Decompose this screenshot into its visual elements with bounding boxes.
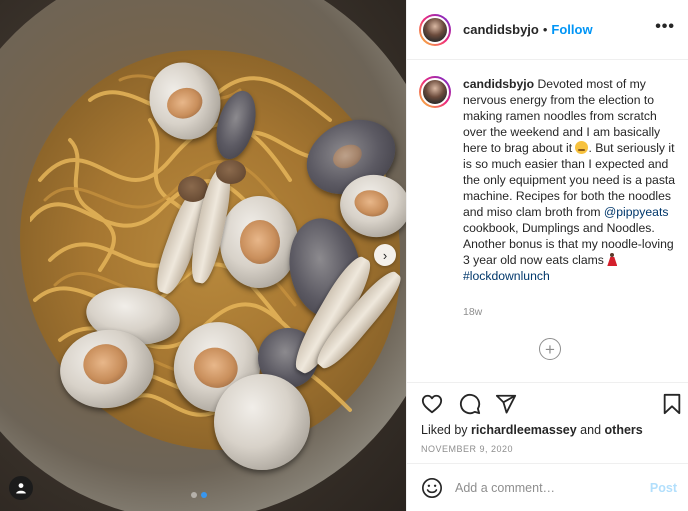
- post-header: candidsbyjo • Follow •••: [407, 0, 688, 60]
- actions-divider: [407, 382, 688, 383]
- paper-plane-icon[interactable]: [495, 393, 517, 415]
- carousel-dot-active: [201, 492, 207, 498]
- post-photo[interactable]: ›: [0, 0, 406, 511]
- user-tag-button[interactable]: [9, 476, 33, 500]
- caption-part3: cookbook, Dumplings and Noodles. Another…: [463, 221, 674, 267]
- action-bar: [419, 393, 683, 417]
- post-side-panel: candidsbyjo • Follow ••• candidsbyjo Dev…: [406, 0, 688, 511]
- clam-shell: [214, 374, 310, 470]
- likes-and: and: [580, 423, 602, 437]
- avatar[interactable]: [419, 13, 451, 46]
- caption-text: candidsbyjo Devoted most of my nervous e…: [463, 76, 677, 284]
- post-comment-button[interactable]: Post: [650, 481, 677, 495]
- comment-bar: Post: [407, 463, 688, 511]
- more-options-button[interactable]: •••: [655, 19, 675, 35]
- follow-button[interactable]: Follow: [551, 22, 592, 37]
- header-username[interactable]: candidsbyjo: [463, 22, 539, 37]
- carousel-dot: [191, 492, 197, 498]
- likes-summary: Liked by richardleemassey and others: [421, 423, 643, 437]
- carousel-next-button[interactable]: ›: [374, 244, 396, 266]
- mushroom-cap: [216, 160, 246, 184]
- caption-time-ago[interactable]: 18w: [463, 306, 482, 318]
- bookmark-icon[interactable]: [661, 393, 683, 415]
- mention-link[interactable]: @pippyeats: [604, 205, 669, 219]
- post-date[interactable]: NOVEMBER 9, 2020: [421, 444, 513, 454]
- dancer-emoji: [607, 253, 617, 266]
- relieved-face-emoji: [575, 141, 589, 154]
- carousel-indicator: [191, 492, 207, 498]
- user-tag-icon: [16, 483, 26, 494]
- likes-prefix: Liked by: [421, 423, 468, 437]
- load-more-comments-button[interactable]: +: [539, 338, 561, 360]
- caption-avatar[interactable]: [419, 76, 451, 108]
- header-separator: •: [542, 22, 548, 37]
- comment-bubble-icon[interactable]: [459, 393, 481, 415]
- caption-block: candidsbyjo Devoted most of my nervous e…: [419, 76, 681, 284]
- comment-input[interactable]: [455, 480, 635, 495]
- liked-by-user-link[interactable]: richardleemassey: [471, 423, 577, 437]
- caption-username[interactable]: candidsbyjo: [463, 77, 534, 91]
- clam: [220, 196, 298, 288]
- hashtag-link[interactable]: #lockdownlunch: [463, 269, 550, 283]
- likes-others-link[interactable]: others: [605, 423, 643, 437]
- smiley-icon[interactable]: [421, 477, 443, 499]
- heart-icon[interactable]: [421, 393, 443, 415]
